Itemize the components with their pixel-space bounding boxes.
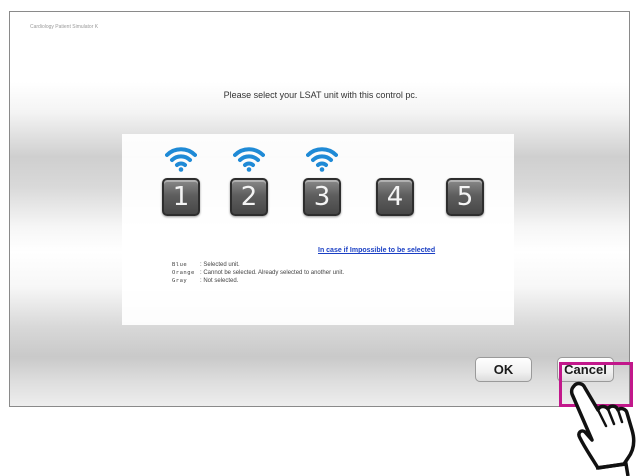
unit-4[interactable]: 4 [376,144,414,220]
legend-key: Orange [172,270,195,276]
unit-5[interactable]: 5 [446,144,484,220]
unit-selection-panel: 1 2 3 4 5 In case if Impossible to be se… [122,134,514,325]
legend-desc: : Selected unit. [200,262,240,268]
cancel-button[interactable]: Cancel [557,357,614,382]
legend-desc: : Not selected. [200,278,239,284]
legend-row-gray: Gray : Not selected. [172,277,344,285]
legend-row-blue: Blue : Selected unit. [172,261,344,269]
wifi-icon [233,147,265,172]
unit-number-tile: 2 [230,178,268,216]
unit-number-tile: 5 [446,178,484,216]
wifi-icon [306,147,338,172]
legend-desc: : Cannot be selected. Already selected t… [200,270,345,276]
window-title: Cardiology Patient Simulator K [30,24,99,30]
unit-2[interactable]: 2 [230,144,268,220]
help-link[interactable]: In case if Impossible to be selected [318,247,435,254]
wifi-icon [165,147,197,172]
unit-3[interactable]: 3 [303,144,341,220]
unit-number-tile: 3 [303,178,341,216]
legend-key: Blue [172,262,188,268]
legend-key: Gray [172,278,188,284]
unit-number-tile: 4 [376,178,414,216]
unit-1[interactable]: 1 [162,144,200,220]
status-legend: Blue : Selected unit. Orange : Cannot be s… [172,261,344,285]
selection-prompt: Please select your LSAT unit with this c… [223,90,418,100]
legend-row-orange: Orange : Cannot be selected. Already sele… [172,269,344,277]
lsat-selection-window: Cardiology Patient Simulator K Please se… [9,11,630,407]
unit-number-tile: 1 [162,178,200,216]
ok-button[interactable]: OK [475,357,532,382]
